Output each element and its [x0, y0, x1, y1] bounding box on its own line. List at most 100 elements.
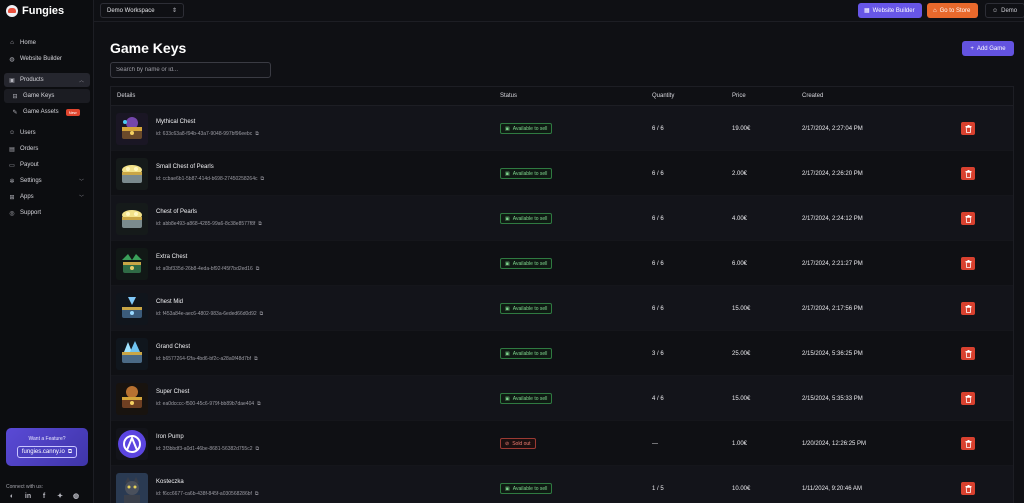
product-name[interactable]: Kosteczka — [156, 479, 184, 485]
trash-icon — [965, 304, 971, 313]
table-row[interactable]: Kosteczka id: f6cc6677-ca6b-438f-845f-a0… — [111, 466, 1013, 503]
product-name[interactable]: Extra Chest — [156, 254, 187, 260]
facebook-icon[interactable]: f — [40, 492, 48, 500]
product-thumbnail — [116, 473, 148, 503]
workspace-selector[interactable]: Demo Workspace ⇕ — [100, 3, 184, 18]
sidebar-item-settings[interactable]: ✲ Settings ﹀ — [4, 174, 90, 188]
sidebar-item-users[interactable]: ☺ Users — [4, 126, 90, 140]
delete-button[interactable] — [961, 392, 975, 405]
table-row[interactable]: Small Chest of Pearls id: ccbae6b1-5b87-… — [111, 151, 1013, 196]
feature-request-title: Want a Feature? — [28, 436, 66, 442]
user-menu[interactable]: ☺ Demo — [985, 3, 1024, 18]
copy-icon[interactable]: ⧉ — [255, 446, 259, 452]
delete-button[interactable] — [961, 437, 975, 450]
delete-button[interactable] — [961, 347, 975, 360]
box-check-icon: ▣ — [505, 170, 510, 177]
chevron-up-icon: ︿ — [78, 78, 84, 84]
copy-icon[interactable]: ⧉ — [256, 266, 260, 272]
sidebar-item-website-builder[interactable]: ◍ Website Builder — [4, 52, 90, 66]
chevron-updown-icon: ⇕ — [171, 8, 177, 14]
product-id: id: a0bf335d-26b8-4eda-bf92-f45f7bd2ed16 — [156, 266, 253, 272]
status-badge: ▣ Available to sell — [500, 348, 553, 359]
column-status: Status — [500, 93, 518, 99]
feature-request-card: Want a Feature? fungies.canny.io ⧉ — [6, 428, 88, 466]
sidebar-item-orders[interactable]: ▤ Orders — [4, 142, 90, 156]
copy-icon[interactable]: ⧉ — [254, 356, 258, 362]
table-row[interactable]: Chest of Pearls id: abb8e493-a868-4285-9… — [111, 196, 1013, 241]
sidebar-item-apps[interactable]: ⊞ Apps ﹀ — [4, 190, 90, 204]
website-icon[interactable]: ◍ — [72, 492, 80, 500]
social-links: ◐ in f ✦ ◍ — [8, 492, 80, 501]
quantity-cell: 6 / 6 — [652, 126, 664, 132]
search-input[interactable] — [110, 62, 271, 78]
sidebar-item-label: Support — [20, 210, 42, 216]
sidebar-item-payout[interactable]: ▭ Payout — [4, 158, 90, 172]
builder-icon: ▦ — [864, 8, 870, 14]
table-row[interactable]: Extra Chest id: a0bf335d-26b8-4eda-bf92-… — [111, 241, 1013, 286]
product-name[interactable]: Small Chest of Pearls — [156, 164, 214, 170]
linkedin-icon[interactable]: in — [24, 492, 32, 500]
discord-icon[interactable]: ◐ — [8, 492, 16, 500]
created-cell: 2/17/2024, 2:24:12 PM — [802, 216, 863, 222]
table-row[interactable]: Chest Mid id: f453a84e-aec6-4802-983a-6e… — [111, 286, 1013, 331]
delete-button[interactable] — [961, 212, 975, 225]
trash-icon — [965, 484, 971, 493]
twitter-icon[interactable]: ✦ — [56, 492, 64, 500]
fungies-logo-icon — [6, 5, 18, 17]
product-name[interactable]: Iron Pump — [156, 434, 184, 440]
product-id-line: id: 3f3bbdf3-a0d1-46be-8681-56382d755c2 … — [156, 446, 259, 452]
status-label: Available to sell — [512, 485, 548, 492]
go-to-store-button[interactable]: ⌂ Go to Store — [927, 3, 978, 18]
product-name[interactable]: Chest of Pearls — [156, 209, 197, 215]
sidebar-item-game-assets[interactable]: ✎ Game Assets New — [4, 105, 90, 119]
copy-icon[interactable]: ⧉ — [260, 176, 264, 182]
delete-button[interactable] — [961, 482, 975, 495]
website-builder-button[interactable]: ▦ Website Builder — [858, 3, 922, 18]
price-cell: 15.00€ — [732, 306, 751, 312]
delete-button[interactable] — [961, 122, 975, 135]
product-id-line: id: a0bf335d-26b8-4eda-bf92-f45f7bd2ed16… — [156, 266, 259, 272]
table-row[interactable]: Grand Chest id: b6577264-f2fa-4bd6-bf2c-… — [111, 331, 1013, 376]
table-row[interactable]: Super Chest id: ea0dcccc-f500-45c6-979f-… — [111, 376, 1013, 421]
table-row[interactable]: Mythical Chest id: 633c63a8-f94b-43a7-90… — [111, 106, 1013, 151]
trash-icon — [965, 124, 971, 133]
plus-icon: + — [970, 45, 974, 52]
product-name[interactable]: Mythical Chest — [156, 119, 195, 125]
chevron-down-icon: ﹀ — [78, 179, 84, 185]
sidebar-item-products[interactable]: ▣ Products ︿ — [4, 73, 90, 87]
sidebar-item-home[interactable]: ⌂ Home — [4, 36, 90, 50]
product-name[interactable]: Chest Mid — [156, 299, 183, 305]
product-thumbnail — [116, 113, 148, 145]
price-cell: 19.00€ — [732, 126, 751, 132]
copy-icon[interactable]: ⧉ — [255, 491, 259, 497]
delete-button[interactable] — [961, 257, 975, 270]
add-game-button[interactable]: + Add Game — [962, 41, 1014, 56]
copy-icon[interactable]: ⧉ — [258, 221, 262, 227]
quantity-cell: — — [652, 441, 658, 447]
table-row[interactable]: Iron Pump id: 3f3bbdf3-a0d1-46be-8681-56… — [111, 421, 1013, 466]
connect-label: Connect with us: — [6, 484, 43, 490]
home-icon: ⌂ — [10, 40, 14, 46]
delete-button[interactable] — [961, 167, 975, 180]
sidebar-item-label: Website Builder — [20, 56, 62, 62]
quantity-cell: 4 / 6 — [652, 396, 664, 402]
box-check-icon: ▣ — [505, 485, 510, 492]
status-badge: ▣ Available to sell — [500, 258, 553, 269]
copy-icon[interactable]: ⧉ — [255, 131, 259, 137]
delete-button[interactable] — [961, 302, 975, 315]
box-check-icon: ▣ — [505, 350, 510, 357]
status-label: Available to sell — [512, 170, 548, 177]
app-logo[interactable]: Fungies — [6, 4, 64, 18]
add-game-label: Add Game — [976, 45, 1006, 52]
copy-icon[interactable]: ⧉ — [257, 401, 261, 407]
trash-icon — [965, 259, 971, 268]
feature-request-link[interactable]: fungies.canny.io ⧉ — [16, 446, 78, 458]
sidebar-item-label: Orders — [20, 146, 39, 152]
product-name[interactable]: Grand Chest — [156, 344, 190, 350]
product-name[interactable]: Super Chest — [156, 389, 189, 395]
trash-icon — [965, 394, 971, 403]
copy-icon[interactable]: ⧉ — [260, 311, 264, 317]
sidebar-item-game-keys[interactable]: ⊟ Game Keys — [4, 89, 90, 103]
status-badge: ▣ Available to sell — [500, 168, 553, 179]
sidebar-item-support[interactable]: ◎ Support — [4, 206, 90, 220]
